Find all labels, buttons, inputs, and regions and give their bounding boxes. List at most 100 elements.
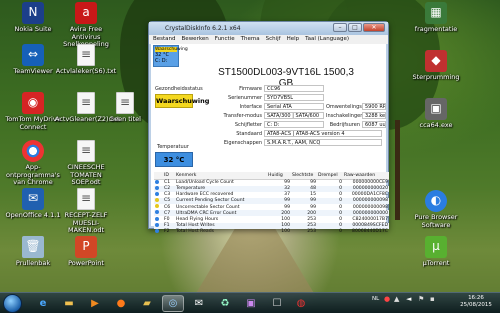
flag-tray-icon[interactable]: ⚑ <box>418 295 424 303</box>
threshold-cell: 0 <box>339 229 342 235</box>
desktop-icon-label: cca64.exe <box>419 121 453 129</box>
teamviewer-icon: ⇔ <box>22 44 44 66</box>
status-dot-icon <box>155 179 159 184</box>
window-title: CrystalDiskInfo 6.2.1 x64 <box>165 25 241 32</box>
crystaldiskinfo-window[interactable]: CrystalDiskInfo 6.2.1 x64 – □ ✕ Bestand … <box>148 21 389 234</box>
folder-taskbar-icon[interactable]: ▰ <box>136 295 158 312</box>
menu-item-functie[interactable]: Functie <box>215 35 235 44</box>
menu-bar: Bestand Bewerken Functie Thema Schijf He… <box>149 35 388 44</box>
crystaldiskinfo-taskbar-icon[interactable]: ◎ <box>162 295 184 312</box>
status-dot-icon <box>155 222 159 227</box>
avira-tray-icon[interactable]: ● <box>384 295 390 303</box>
chrome-taskbar-icon[interactable]: ◍ <box>290 295 312 312</box>
smart-attributes-table[interactable]: ID Kenmerk Huidig Slechtste Drempel Raw-… <box>154 172 389 235</box>
recycle-taskbar-icon[interactable]: ♻ <box>214 295 236 312</box>
desktop-icon-geen-titel[interactable]: ≡ Geen titel <box>100 92 150 124</box>
explorer-taskbar-icon[interactable]: ▬ <box>58 295 80 312</box>
status-dot-icon <box>155 216 159 221</box>
media-player-taskbar-icon[interactable]: ▶ <box>84 295 106 312</box>
status-dot-icon <box>155 204 159 209</box>
field-label: Serienummer <box>228 95 262 101</box>
desktop-icon-label: Avira Free Antivirus <box>69 25 103 41</box>
desktop-icon-label: Nokia Suite <box>14 25 52 33</box>
language-indicator[interactable]: NL <box>372 296 379 302</box>
app-icon: ◆ <box>425 50 447 72</box>
firefox-taskbar-icon[interactable]: ● <box>110 295 132 312</box>
desktop-icon-sterprumming[interactable]: ◆ Sterprumming <box>405 50 467 82</box>
desktop-icon-label: Prullenbak <box>15 259 51 267</box>
chrome-apps-icon <box>22 140 44 162</box>
start-button[interactable] <box>3 294 22 313</box>
desktop-icon-label: RECEPT-ZELF MUESLI-MAKEN.odt <box>64 211 108 234</box>
app-taskbar-icon[interactable]: ☐ <box>266 295 288 312</box>
status-dot-icon <box>155 210 159 215</box>
field-label: Transfer-modus <box>223 113 262 119</box>
photo-taskbar-icon[interactable]: ▣ <box>240 295 262 312</box>
desktop-icon-browser-software[interactable]: ◐ Pure Browser Software <box>405 190 467 229</box>
status-dot-icon <box>155 197 159 202</box>
menu-item-bewerken[interactable]: Bewerken <box>182 35 209 44</box>
firmware-value: CC96 <box>264 85 324 92</box>
drive-tab[interactable]: Waarschuwing 32 °C C: D: <box>153 45 188 67</box>
openoffice-taskbar-icon[interactable]: ✉ <box>188 295 210 312</box>
health-status-badge[interactable]: Waarschuwing <box>155 94 209 108</box>
field-label: Standaard <box>236 131 262 137</box>
table-row[interactable]: F2 Total Host Reads 100 253 0 80068440D17C <box>154 228 389 235</box>
table-header-row: ID Kenmerk Huidig Slechtste Drempel Raw-… <box>154 172 389 180</box>
standard-value: ATA8-ACS | ATA8-ACS version 4 <box>264 130 382 137</box>
menu-item-taal[interactable]: Taal (Language) <box>305 35 349 44</box>
serial-value: 5YD7VB5L <box>264 94 324 101</box>
network-tray-icon[interactable]: ▲ <box>394 295 399 303</box>
desktop-icon-label: fragmentatie <box>414 25 458 33</box>
taskbar: e ▬ ▶ ● ▰ ◎ ✉ ♻ ▣ ☐ ◍ NL ● ▲ ◄ ⚑ ▪ 16:26… <box>0 292 500 313</box>
desktop-icon-tomaten-soep[interactable]: ≡ CINEESCHE TOMATEN SOEP.odt <box>55 140 117 187</box>
column-header-attribute[interactable]: Kenmerk <box>175 172 267 180</box>
maximize-button[interactable]: □ <box>348 23 362 32</box>
desktop-icon-utorrent[interactable]: µ µTorrent <box>405 236 467 268</box>
clock[interactable]: 16:26 25/08/2015 <box>458 295 494 309</box>
desktop-icon-powerpoint[interactable]: P PowerPoint <box>55 236 117 268</box>
desktop-icon-label: Sterprumming <box>412 73 460 81</box>
desktop-icon-label: Geen titel <box>109 115 141 123</box>
desktop-icon-txt-s6[interactable]: ≡ Actvlaleker(S6).txt <box>55 44 117 76</box>
avira-icon: a <box>75 2 97 24</box>
desktop-icon-label: OpenOffice 4.1.1 <box>5 211 61 219</box>
desktop-icon-label: µTorrent <box>422 259 450 267</box>
power-on-count-value: 3288 keer <box>362 112 386 119</box>
ie-taskbar-icon[interactable]: e <box>32 295 54 312</box>
desktop-icon-label: TomTom MyDrive Connect <box>5 115 61 131</box>
menu-item-bestand[interactable]: Bestand <box>153 35 176 44</box>
powerpoint-icon: P <box>75 236 97 258</box>
field-label: Inschakelingen <box>326 113 364 119</box>
column-header-threshold[interactable]: Drempel <box>317 172 343 180</box>
menu-item-schijf[interactable]: Schijf <box>266 35 281 44</box>
desktop-icon-muesli[interactable]: ≡ RECEPT-ZELF MUESLI-MAKEN.odt <box>55 188 117 235</box>
attribute-cell: Total Host Reads <box>176 229 215 235</box>
clock-date: 25/08/2015 <box>460 302 492 308</box>
menu-item-thema[interactable]: Thema <box>241 35 260 44</box>
column-header-raw[interactable]: Raw-waarden <box>343 172 389 180</box>
close-button[interactable]: ✕ <box>363 23 385 32</box>
interface-value: Serial ATA <box>264 103 324 110</box>
desktop-icon-fragmentatie[interactable]: ▦ fragmentatie <box>405 2 467 34</box>
column-header-current[interactable]: Huidig <box>267 172 291 180</box>
utorrent-icon: µ <box>425 236 447 258</box>
column-header-worst[interactable]: Slechtste <box>291 172 317 180</box>
defrag-icon: ▦ <box>425 2 447 24</box>
desktop-icon-cca64[interactable]: ▣ cca64.exe <box>405 98 467 130</box>
current-cell: 100 <box>281 229 290 235</box>
drive-letter-value: C: D: <box>264 121 324 128</box>
power-on-hours-value: 6087 uur <box>362 121 386 128</box>
features-value: S.M.A.R.T., AAM, NCQ <box>264 139 382 146</box>
desktop-icon-avira[interactable]: a Avira Free Antivirus Snelkoppeling <box>55 2 117 49</box>
desktop-icon-label: PowerPoint <box>68 259 104 267</box>
odt-file-icon: ≡ <box>77 188 95 210</box>
exe-icon: ▣ <box>425 98 447 120</box>
field-label: Bedrijfsuren <box>329 122 360 128</box>
minimize-button[interactable]: – <box>333 23 347 32</box>
menu-item-help[interactable]: Help <box>287 35 300 44</box>
raw-cell: 80068440D17C <box>352 229 388 235</box>
column-header-id[interactable]: ID <box>163 172 175 180</box>
tray-icon[interactable]: ▪ <box>430 295 435 303</box>
volume-tray-icon[interactable]: ◄ <box>406 295 411 303</box>
